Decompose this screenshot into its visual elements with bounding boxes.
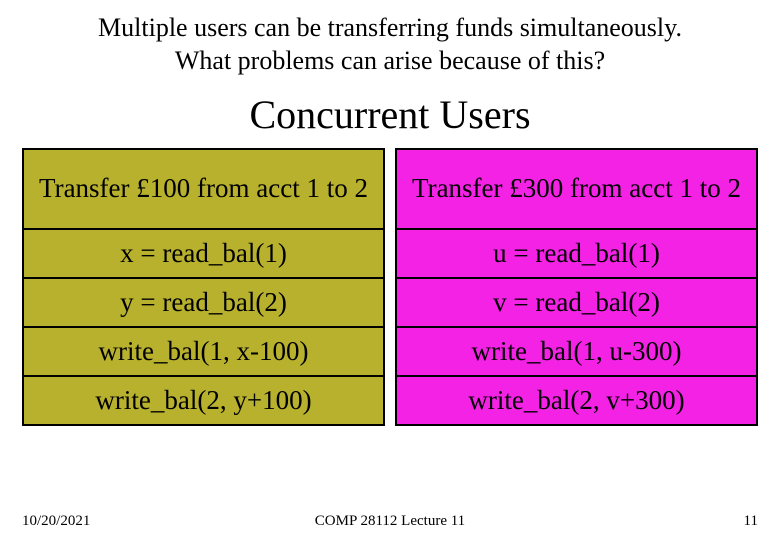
- left-row-3: write_bal(1, x-100): [22, 326, 385, 377]
- columns: Transfer £100 from acct 1 to 2 x = read_…: [18, 148, 762, 426]
- footer: 10/20/2021 COMP 28112 Lecture 11 11: [0, 513, 780, 530]
- footer-page: 11: [513, 513, 780, 530]
- slide-title: Concurrent Users: [18, 91, 762, 138]
- lead-text: Multiple users can be transferring funds…: [18, 12, 762, 77]
- left-row-4: write_bal(2, y+100): [22, 375, 385, 426]
- right-header-cell: Transfer £300 from acct 1 to 2: [395, 148, 758, 230]
- right-row-1: u = read_bal(1): [395, 228, 758, 279]
- left-row-2: y = read_bal(2): [22, 277, 385, 328]
- left-column: Transfer £100 from acct 1 to 2 x = read_…: [22, 148, 385, 426]
- footer-date: 10/20/2021: [0, 513, 267, 530]
- lead-line-1: Multiple users can be transferring funds…: [98, 13, 682, 42]
- slide: Multiple users can be transferring funds…: [0, 0, 780, 540]
- left-header-cell: Transfer £100 from acct 1 to 2: [22, 148, 385, 230]
- left-row-1: x = read_bal(1): [22, 228, 385, 279]
- right-column: Transfer £300 from acct 1 to 2 u = read_…: [395, 148, 758, 426]
- right-row-2: v = read_bal(2): [395, 277, 758, 328]
- right-row-4: write_bal(2, v+300): [395, 375, 758, 426]
- right-row-3: write_bal(1, u-300): [395, 326, 758, 377]
- footer-course: COMP 28112 Lecture 11: [267, 513, 512, 530]
- lead-line-2: What problems can arise because of this?: [175, 46, 605, 75]
